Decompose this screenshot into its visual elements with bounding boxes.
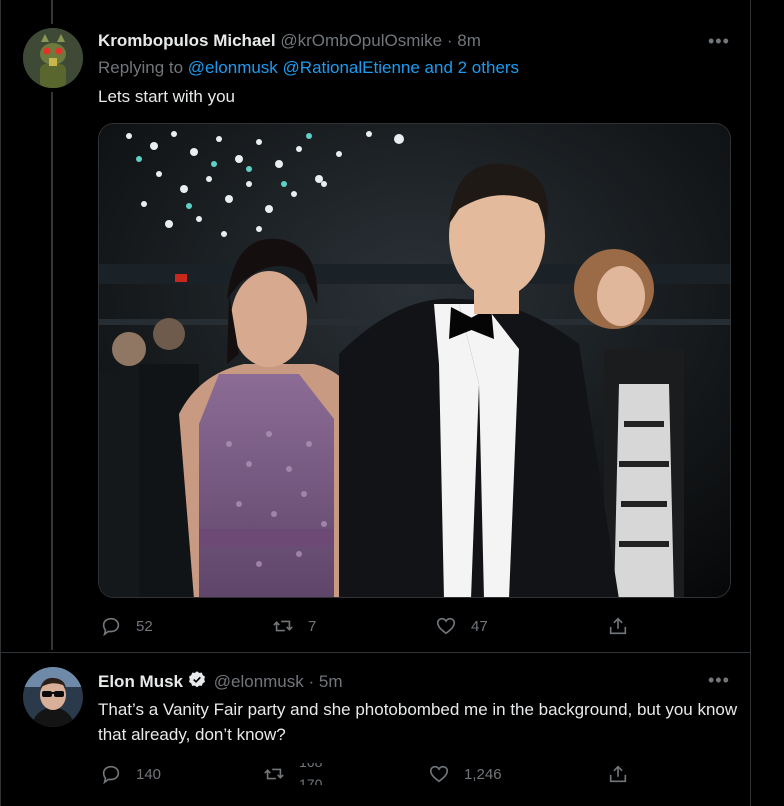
retweet-button[interactable]: 7: [272, 615, 316, 637]
column-border-right: [750, 0, 751, 806]
more-icon[interactable]: •••: [708, 670, 730, 691]
replying-to: Replying to @elonmusk @RationalEtienne a…: [98, 58, 519, 78]
handle[interactable]: @krOmbOpulOsmike: [280, 31, 442, 50]
tweet-text: That’s a Vanity Fair party and she photo…: [98, 700, 738, 744]
thread-line-top: [51, 0, 53, 24]
retweet-count: 168: [299, 763, 322, 770]
retweet-count: 7: [308, 617, 317, 635]
tweet-text: Lets start with you: [98, 87, 236, 106]
reply-icon: [102, 617, 120, 637]
column-border-left: [0, 0, 1, 806]
like-button[interactable]: 47: [435, 615, 488, 637]
verified-badge-icon: [189, 671, 206, 688]
avatar-image: [23, 28, 83, 88]
handle[interactable]: @elonmusk: [214, 672, 304, 691]
tweet-photo[interactable]: [98, 123, 731, 598]
reply-count: 52: [136, 617, 153, 635]
like-count: 47: [471, 617, 488, 635]
display-name[interactable]: Elon Musk: [98, 672, 183, 691]
share-icon: [609, 765, 627, 783]
more-icon[interactable]: •••: [708, 31, 730, 52]
reply-button[interactable]: 140: [100, 763, 161, 785]
share-button[interactable]: [607, 615, 629, 637]
tweet-header: Krombopulos Michael @krOmbOpulOsmike · 8…: [98, 31, 481, 51]
reply-icon: [102, 765, 120, 785]
avatar-image: [23, 667, 83, 727]
retweet-count-next: 170: [299, 776, 323, 785]
photo-image: [99, 124, 730, 597]
like-icon: [436, 617, 456, 635]
retweet-icon: [264, 768, 284, 780]
share-icon: [609, 617, 627, 635]
reply-button[interactable]: 52: [100, 615, 153, 637]
retweet-count-animated: 168 170: [299, 763, 339, 785]
thread-line: [51, 92, 53, 650]
like-count: 1,246: [464, 765, 502, 783]
replying-to-prefix: Replying to: [98, 58, 184, 77]
reply-count: 140: [136, 765, 162, 783]
display-name[interactable]: Krombopulos Michael: [98, 31, 276, 50]
tweet-header: Elon Musk @elonmusk · 5m: [98, 670, 343, 692]
dot-separator: ·: [308, 672, 315, 691]
avatar[interactable]: [23, 667, 83, 727]
reply-mentions-link[interactable]: @elonmusk @RationalEtienne and 2 others: [188, 58, 519, 77]
like-icon: [429, 765, 449, 783]
share-button[interactable]: [607, 763, 629, 785]
timestamp[interactable]: 5m: [319, 672, 343, 691]
retweet-button[interactable]: 168 170: [263, 763, 339, 785]
retweet-icon: [273, 620, 293, 632]
timestamp[interactable]: 8m: [457, 31, 481, 50]
like-button[interactable]: 1,246: [428, 763, 502, 785]
avatar[interactable]: [23, 28, 83, 88]
tweet-separator: [1, 652, 750, 653]
dot-separator: ·: [446, 31, 453, 50]
